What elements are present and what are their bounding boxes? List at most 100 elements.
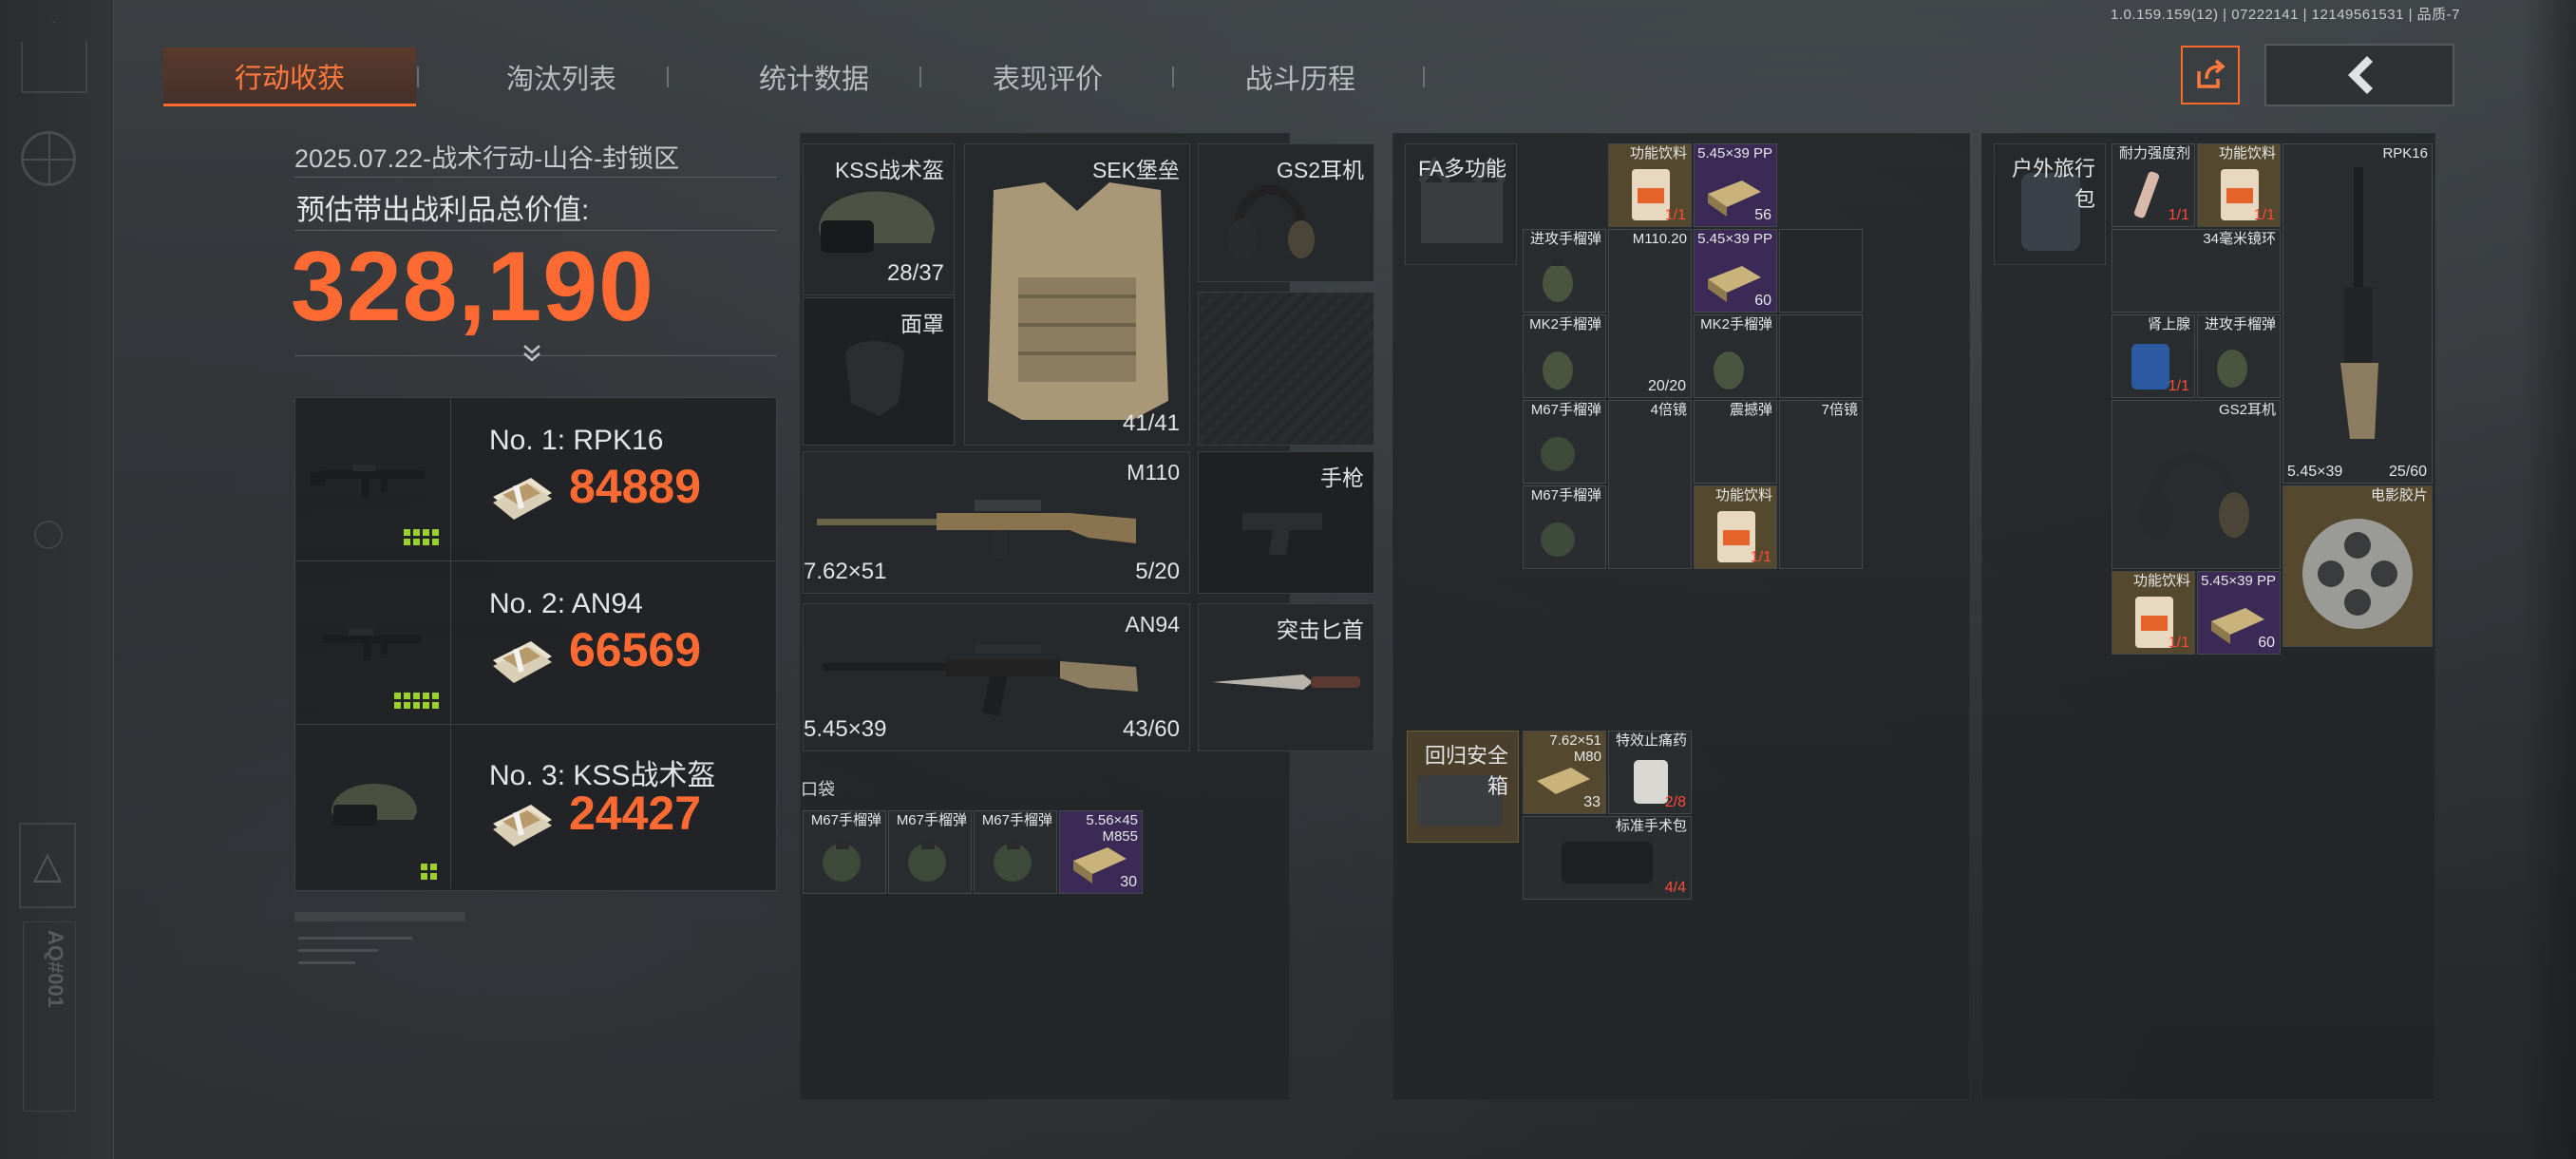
tab-loot[interactable]: 行动收获 xyxy=(163,48,416,106)
rig-item[interactable]: M110.20 20/20 xyxy=(1608,229,1692,398)
item-count: 60 xyxy=(2258,635,2275,651)
item-name: 7倍镜 xyxy=(1821,402,1858,418)
magazine-icon xyxy=(1632,258,1662,382)
list-item[interactable]: No. 3: KSS战术盔 24427 xyxy=(295,725,778,888)
pocket-item[interactable]: M67手榴弹 xyxy=(888,810,972,894)
headset-icon xyxy=(2139,452,2249,540)
size-indicator xyxy=(394,693,439,709)
item-count: 30 xyxy=(1120,874,1137,890)
tab-separator xyxy=(1423,66,1425,87)
chevron-left-icon xyxy=(2348,56,2373,94)
slot-name: M110 xyxy=(1127,460,1180,484)
list-item[interactable]: No. 1: RPK16 84889 xyxy=(295,398,778,561)
pocket-item[interactable]: M67手榴弹 xyxy=(803,810,886,894)
backpack-item[interactable]: GS2耳机 xyxy=(2112,400,2281,569)
slot-name: GS2耳机 xyxy=(1276,158,1364,182)
item-count: 60 xyxy=(1754,293,1771,309)
backpack-item[interactable]: 电影胶片 xyxy=(2282,485,2433,647)
backpack-item[interactable]: 34毫米镜环 xyxy=(2112,229,2281,313)
backpack-item[interactable]: 5.45×39 PP 60 xyxy=(2197,571,2281,655)
rig-item[interactable]: MK2手榴弹 xyxy=(1523,314,1606,398)
backpack-slot[interactable]: 户外旅行包 xyxy=(1994,143,2106,265)
tab-separator xyxy=(417,66,419,87)
globe-icon xyxy=(21,131,76,186)
rig-item[interactable]: 7倍镜 xyxy=(1779,400,1863,569)
item-name: 耐力强度剂 xyxy=(2118,145,2190,162)
item-count: 1/1 xyxy=(2168,378,2189,394)
safebox-slot[interactable]: 回归安全箱 xyxy=(1407,731,1519,843)
item-name: 进攻手榴弹 xyxy=(1529,231,1601,247)
armor-slot[interactable]: SEK堡垒 41/41 xyxy=(964,143,1190,446)
helmet-slot[interactable]: KSS战术盔 28/37 xyxy=(803,143,955,295)
safebox-item[interactable]: 特效止痛药 2/8 xyxy=(1608,731,1692,814)
tab-evaluation[interactable]: 表现评价 xyxy=(921,48,1174,106)
rig-item[interactable]: 功能饮料 1/1 xyxy=(1694,485,1777,569)
chevron-down-icon[interactable] xyxy=(521,342,543,365)
crosshair-icon xyxy=(34,521,63,549)
divider xyxy=(294,177,777,178)
item-value: 66569 xyxy=(569,623,702,676)
item-name: M67手榴弹 xyxy=(896,812,967,828)
rig-item[interactable]: M67手榴弹 xyxy=(1523,485,1606,569)
slot-name: KSS战术盔 xyxy=(834,158,944,182)
rail-decal: AQ#001 xyxy=(23,922,76,1112)
item-name: M110.20 xyxy=(1632,231,1687,247)
size-indicator xyxy=(404,529,439,545)
backpack-item[interactable]: 功能饮料 1/1 xyxy=(2112,571,2195,655)
tab-statistics[interactable]: 统计数据 xyxy=(688,48,940,106)
slot-durability: 28/37 xyxy=(886,260,944,286)
safebox-item[interactable]: 7.62×51 M80 33 xyxy=(1523,731,1606,814)
pocket-item[interactable]: 5.56×45 M855 30 xyxy=(1059,810,1143,894)
cash-icon xyxy=(493,478,552,520)
rig-item[interactable]: M67手榴弹 xyxy=(1523,400,1606,484)
pocket-item[interactable]: M67手榴弹 xyxy=(974,810,1057,894)
item-name: 肾上腺 xyxy=(2147,316,2190,332)
item-name: No. 2: AN94 xyxy=(489,588,643,619)
safebox-item[interactable]: 标准手术包 4/4 xyxy=(1523,816,1692,900)
tab-battle-history[interactable]: 战斗历程 xyxy=(1174,48,1427,106)
rig-item[interactable]: 5.45×39 PP 56 xyxy=(1694,143,1777,227)
backpack-item[interactable]: 耐力强度剂 1/1 xyxy=(2112,143,2195,227)
empty-cell xyxy=(1779,229,1863,313)
item-caliber: 5.45×39 xyxy=(2287,464,2343,481)
match-info: 2025.07.22-战术行动-山谷-封锁区 xyxy=(294,144,680,173)
equipment-panel: KSS战术盔 28/37 面罩 SEK堡垒 41/41 GS2耳机 M110 7… xyxy=(800,133,1374,1100)
film-reel-icon xyxy=(2302,519,2413,629)
backpack-item[interactable]: 功能饮料 1/1 xyxy=(2197,143,2281,227)
item-count: 1/1 xyxy=(1750,549,1771,565)
item-name: 功能饮料 xyxy=(2132,573,2190,589)
item-thumbnail xyxy=(295,561,451,725)
slot-ammo: 43/60 xyxy=(1122,716,1180,742)
rig-item[interactable]: MK2手榴弹 xyxy=(1694,314,1777,398)
backpack-item[interactable]: 肾上腺 1/1 xyxy=(2112,314,2195,398)
backpack-item[interactable]: 进攻手榴弹 xyxy=(2197,314,2281,398)
tab-eliminations[interactable]: 淘汰列表 xyxy=(435,48,688,106)
warning-icon: △ xyxy=(19,823,76,908)
back-button[interactable] xyxy=(2264,44,2454,106)
item-name: 5.56×45 M855 xyxy=(1086,812,1138,845)
rig-item[interactable]: 功能饮料 1/1 xyxy=(1608,143,1692,227)
rig-item[interactable]: 震撼弹 xyxy=(1694,400,1777,484)
headset-slot[interactable]: GS2耳机 xyxy=(1198,143,1374,282)
rig-item[interactable]: 进攻手榴弹 xyxy=(1523,229,1606,313)
footnote-lines xyxy=(298,937,412,974)
rig-item[interactable]: 4倍镜 xyxy=(1608,400,1692,569)
slot-name: 回归安全箱 xyxy=(1424,744,1508,798)
secondary-weapon-slot[interactable]: AN94 5.45×39 43/60 xyxy=(803,603,1190,751)
item-value: 24427 xyxy=(569,787,702,840)
machine-gun-icon xyxy=(2340,167,2378,439)
list-item[interactable]: No. 2: AN94 66569 xyxy=(295,561,778,725)
item-name: 5.45×39 PP xyxy=(1697,145,1772,162)
share-button[interactable] xyxy=(2181,46,2240,104)
backpack-item[interactable]: RPK16 5.45×39 25/60 xyxy=(2282,143,2433,484)
empty-slot xyxy=(1198,292,1374,446)
pistol-slot[interactable]: 手枪 xyxy=(1198,451,1374,594)
cash-icon xyxy=(493,805,552,846)
primary-weapon-slot[interactable]: M110 7.62×51 5/20 xyxy=(803,451,1190,594)
melee-slot[interactable]: 突击匕首 xyxy=(1198,603,1374,751)
mask-slot[interactable]: 面罩 xyxy=(803,297,955,446)
size-indicator xyxy=(421,864,437,880)
item-count: 2/8 xyxy=(1664,794,1686,810)
rig-slot[interactable]: FA多功能 xyxy=(1405,143,1517,265)
rig-item[interactable]: 5.45×39 PP 60 xyxy=(1694,229,1777,313)
